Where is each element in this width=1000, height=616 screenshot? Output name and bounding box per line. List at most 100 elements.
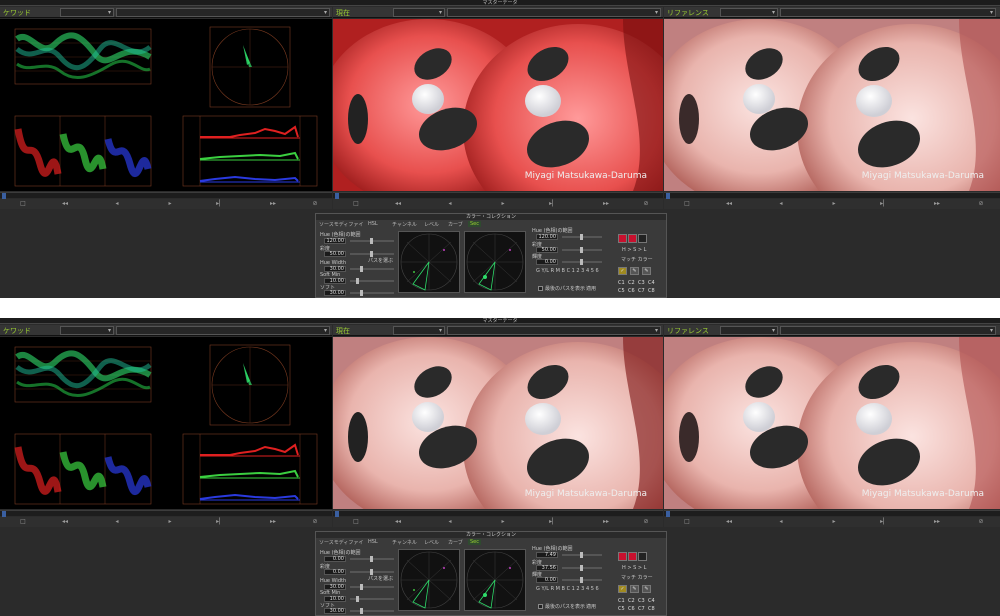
saturation-right-slider[interactable] — [562, 247, 602, 253]
tab-secondary[interactable]: Sec — [468, 539, 481, 545]
slider-thumb[interactable] — [360, 290, 363, 296]
tab-levels[interactable]: レベル — [424, 539, 439, 546]
tab-channel[interactable]: チャンネル — [392, 221, 417, 228]
preset-c5-button[interactable]: C5 — [618, 288, 625, 294]
rewind-icon[interactable]: ◂◂ — [393, 200, 403, 207]
tab-levels[interactable]: レベル — [424, 221, 439, 228]
reference-view-dropdown[interactable]: ▾ — [720, 326, 778, 335]
scopes-source-dropdown[interactable]: ▾ — [116, 326, 330, 335]
scopes-view-dropdown[interactable]: ▾ — [60, 8, 114, 17]
preset-c4-button[interactable]: C4 — [648, 598, 655, 604]
stop-icon[interactable]: □ — [682, 518, 692, 525]
saturation-field[interactable]: 0.00 — [324, 569, 346, 575]
fast-forward-icon[interactable]: ▸▸ — [932, 518, 942, 525]
step-back-icon[interactable]: ◂ — [776, 518, 786, 525]
slider-thumb[interactable] — [360, 584, 363, 590]
stop-icon[interactable]: □ — [18, 200, 28, 207]
eyedropper-source-icon[interactable]: ✎ — [630, 585, 639, 593]
stop-icon[interactable]: □ — [682, 200, 692, 207]
source-color-swatch[interactable] — [628, 552, 637, 561]
tab-secondary[interactable]: Sec — [468, 221, 481, 227]
hue-right-field[interactable]: 120.00 — [536, 234, 558, 240]
soft-slider[interactable] — [350, 290, 394, 296]
preset-c8-button[interactable]: C8 — [648, 606, 655, 612]
luminance-right-slider[interactable] — [562, 577, 602, 583]
range-selector-row[interactable]: G Y/L R M B C 1 2 3 4 5 6 — [536, 586, 599, 592]
step-forward-icon[interactable]: ▸▏ — [879, 200, 889, 207]
fast-forward-icon[interactable]: ▸▸ — [601, 200, 611, 207]
step-back-icon[interactable]: ◂ — [445, 518, 455, 525]
hue-right-slider[interactable] — [562, 234, 602, 240]
show-last-pass-checkbox[interactable] — [538, 604, 543, 609]
preset-c2-button[interactable]: C2 — [628, 598, 635, 604]
current-source-dropdown[interactable]: ▾ — [447, 326, 661, 335]
fast-forward-icon[interactable]: ▸▸ — [268, 518, 278, 525]
slider-thumb[interactable] — [370, 556, 373, 562]
reference-viewer[interactable]: Miyagi Matsukawa-Daruma — [664, 19, 1000, 191]
preset-c6-button[interactable]: C6 — [628, 606, 635, 612]
rewind-icon[interactable]: ◂◂ — [60, 518, 70, 525]
play-icon[interactable]: ▸ — [165, 200, 175, 207]
current-source-dropdown[interactable]: ▾ — [447, 8, 661, 17]
source-color-wheel[interactable] — [398, 231, 460, 293]
hue-center-field[interactable]: 120.00 — [324, 238, 346, 244]
tab-curves[interactable]: カーブ — [448, 539, 463, 546]
reference-color-swatch[interactable] — [638, 552, 647, 561]
tab-curves[interactable]: カーブ — [448, 221, 463, 228]
hue-center-field[interactable]: 0.00 — [324, 556, 346, 562]
stop-icon[interactable]: □ — [351, 518, 361, 525]
eyedropper-target-icon[interactable]: ✎ — [642, 267, 651, 275]
play-icon[interactable]: ▸ — [165, 518, 175, 525]
preset-c7-button[interactable]: C7 — [638, 288, 645, 294]
slider-thumb[interactable] — [356, 278, 359, 284]
loop-icon[interactable]: ⊘ — [976, 200, 986, 207]
soft-slider[interactable] — [350, 608, 394, 614]
scopes-seekbar[interactable] — [0, 192, 332, 199]
rewind-icon[interactable]: ◂◂ — [393, 518, 403, 525]
step-forward-icon[interactable]: ▸▏ — [548, 200, 558, 207]
step-back-icon[interactable]: ◂ — [776, 200, 786, 207]
saturation-field[interactable]: 50.00 — [324, 251, 346, 257]
slider-thumb[interactable] — [360, 608, 363, 614]
preset-c4-button[interactable]: C4 — [648, 280, 655, 286]
slider-thumb[interactable] — [580, 259, 583, 265]
step-back-icon[interactable]: ◂ — [112, 518, 122, 525]
preset-c3-button[interactable]: C3 — [638, 280, 645, 286]
step-forward-icon[interactable]: ▸▏ — [879, 518, 889, 525]
hue-right-field[interactable]: 7.49 — [536, 552, 558, 558]
hue-center-slider[interactable] — [350, 556, 394, 562]
target-color-wheel[interactable] — [464, 549, 526, 611]
loop-icon[interactable]: ⊘ — [310, 200, 320, 207]
reference-view-dropdown[interactable]: ▾ — [720, 8, 778, 17]
scopes-view-dropdown[interactable]: ▾ — [60, 326, 114, 335]
slider-thumb[interactable] — [580, 234, 583, 240]
current-seekbar[interactable] — [333, 192, 663, 199]
rewind-icon[interactable]: ◂◂ — [724, 518, 734, 525]
hue-center-slider[interactable] — [350, 238, 394, 244]
preset-c7-button[interactable]: C7 — [638, 606, 645, 612]
preset-c5-button[interactable]: C5 — [618, 606, 625, 612]
slider-thumb[interactable] — [580, 552, 583, 558]
reference-source-dropdown[interactable]: ▾ — [780, 8, 996, 17]
current-seekbar[interactable] — [333, 510, 663, 517]
current-viewer[interactable]: Miyagi Matsukawa-Daruma — [333, 337, 663, 509]
source-color-swatch[interactable] — [628, 234, 637, 243]
slider-thumb[interactable] — [580, 577, 583, 583]
source-color-wheel[interactable] — [398, 549, 460, 611]
play-icon[interactable]: ▸ — [498, 518, 508, 525]
preset-c3-button[interactable]: C3 — [638, 598, 645, 604]
current-view-dropdown[interactable]: ▾ — [393, 326, 445, 335]
play-icon[interactable]: ▸ — [829, 200, 839, 207]
range-selector-row[interactable]: G Y/L R M B C 1 2 3 4 5 6 — [536, 268, 599, 274]
loop-icon[interactable]: ⊘ — [976, 518, 986, 525]
hue-width-slider[interactable] — [350, 584, 394, 590]
preset-c1-button[interactable]: C1 — [618, 280, 625, 286]
rewind-icon[interactable]: ◂◂ — [724, 200, 734, 207]
reference-viewer[interactable]: Miyagi Matsukawa-Daruma — [664, 337, 1000, 509]
soft-min-slider[interactable] — [350, 278, 394, 284]
fast-forward-icon[interactable]: ▸▸ — [932, 200, 942, 207]
match-apply-button[interactable]: ✓ — [618, 585, 627, 593]
preset-c8-button[interactable]: C8 — [648, 288, 655, 294]
saturation-right-slider[interactable] — [562, 565, 602, 571]
show-last-pass-checkbox[interactable] — [538, 286, 543, 291]
